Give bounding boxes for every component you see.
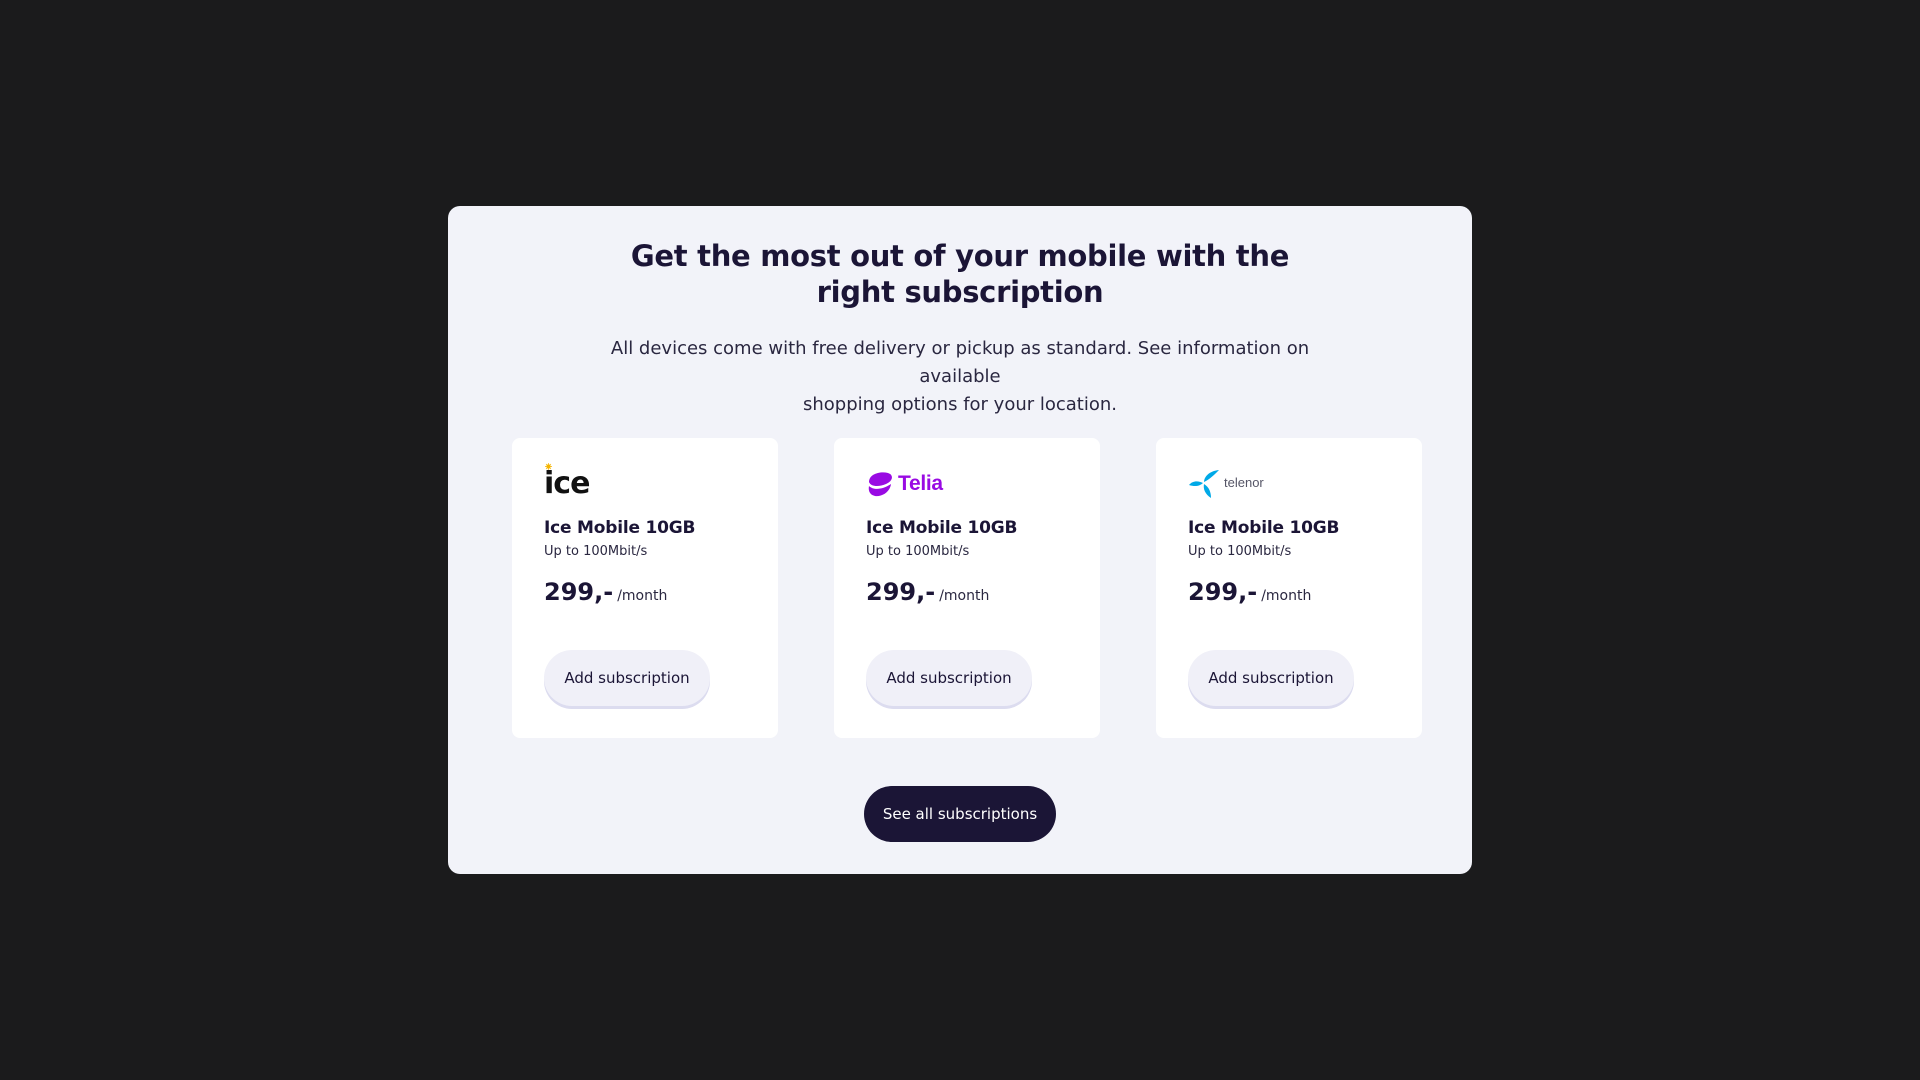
modal-title-line-2: right subscription — [816, 275, 1104, 309]
ice-star-icon — [545, 463, 552, 470]
telia-logo-icon: Telia — [866, 468, 943, 500]
ice-logo-icon: ice — [544, 463, 590, 501]
subscription-card-ice: ice Ice Mobile 10GB Up to 100Mbit/s 299,… — [512, 438, 778, 738]
plan-name: Ice Mobile 10GB — [866, 518, 1018, 538]
modal-subtitle: All devices come with free delivery or p… — [608, 335, 1312, 419]
plan-price: 299,- /month — [1188, 578, 1311, 606]
plan-speed: Up to 100Mbit/s — [544, 544, 648, 559]
modal-subtitle-line-1: All devices come with free delivery or p… — [610, 338, 1310, 387]
price-value: 299,- — [866, 578, 936, 606]
add-subscription-button[interactable]: Add subscription — [1188, 650, 1354, 706]
plan-price: 299,- /month — [866, 578, 989, 606]
modal-subtitle-line-2: shopping options for your location. — [802, 394, 1118, 415]
plan-name: Ice Mobile 10GB — [544, 518, 696, 538]
price-unit: /month — [1261, 588, 1312, 604]
subscription-card-telenor: telenor Ice Mobile 10GB Up to 100Mbit/s … — [1156, 438, 1422, 738]
plan-speed: Up to 100Mbit/s — [1188, 544, 1292, 559]
price-unit: /month — [939, 588, 990, 604]
ice-logo-text: ice — [544, 466, 590, 501]
telia-pebble-icon — [868, 472, 892, 497]
price-value: 299,- — [544, 578, 614, 606]
plan-name: Ice Mobile 10GB — [1188, 518, 1340, 538]
telia-logo-text: Telia — [898, 472, 943, 495]
telenor-logo-icon: telenor — [1188, 468, 1264, 500]
price-unit: /month — [617, 588, 668, 604]
subscription-card-telia: Telia Ice Mobile 10GB Up to 100Mbit/s 29… — [834, 438, 1100, 738]
telenor-propeller-icon — [1189, 470, 1219, 498]
modal-title-line-1: Get the most out of your mobile with the — [630, 239, 1290, 273]
subscription-cards: ice Ice Mobile 10GB Up to 100Mbit/s 299,… — [512, 438, 1422, 738]
modal-title: Get the most out of your mobile with the… — [448, 238, 1472, 310]
telenor-logo-text: telenor — [1224, 474, 1264, 490]
add-subscription-button[interactable]: Add subscription — [866, 650, 1032, 706]
plan-price: 299,- /month — [544, 578, 667, 606]
subscription-modal: Get the most out of your mobile with the… — [448, 206, 1472, 874]
plan-speed: Up to 100Mbit/s — [866, 544, 970, 559]
add-subscription-button[interactable]: Add subscription — [544, 650, 710, 706]
see-all-subscriptions-button[interactable]: See all subscriptions — [864, 786, 1056, 842]
price-value: 299,- — [1188, 578, 1258, 606]
